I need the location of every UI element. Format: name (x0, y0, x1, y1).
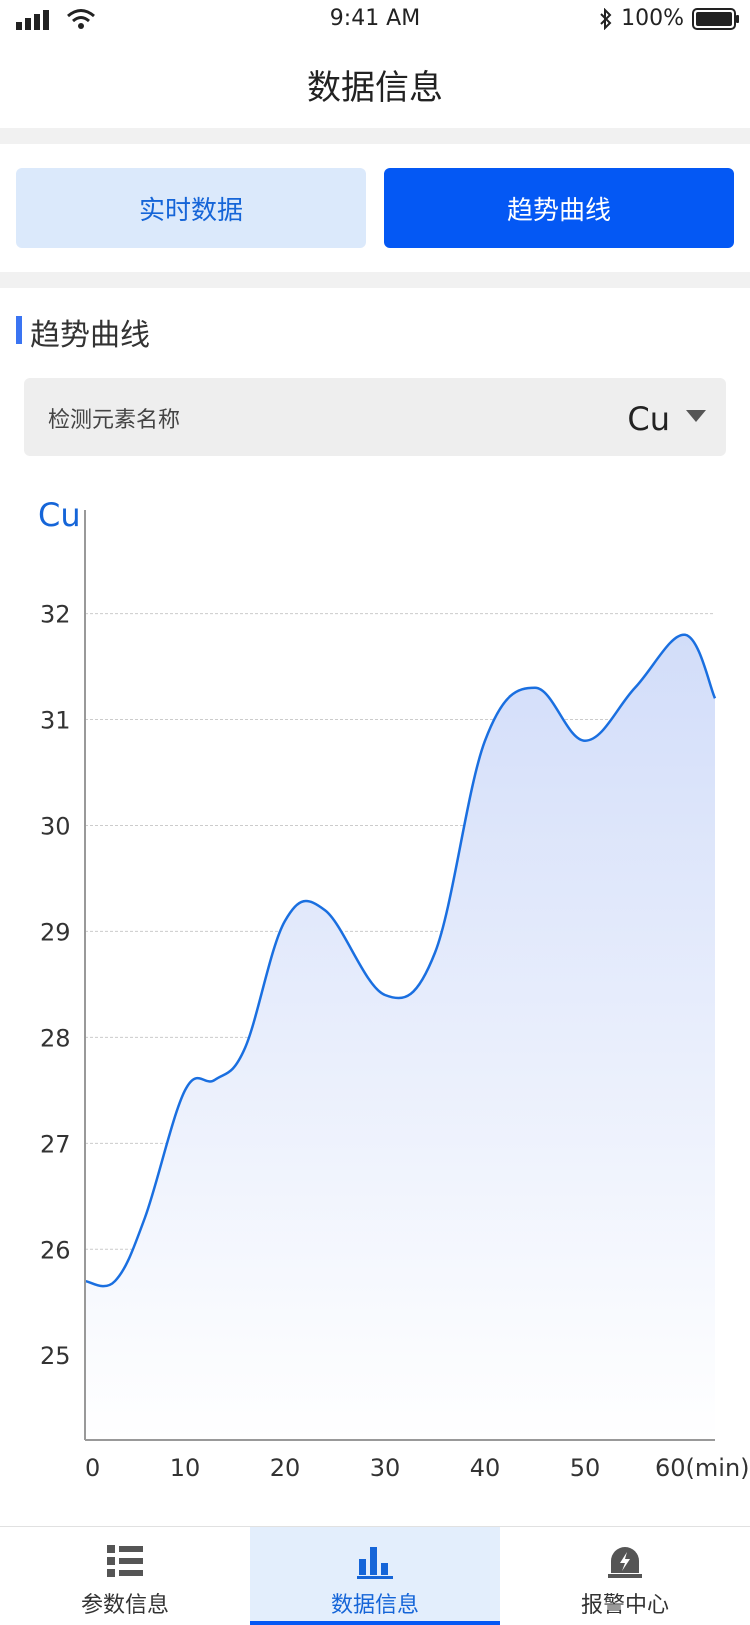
tab-parameter-info[interactable]: 参数信息 (0, 1527, 250, 1625)
selector-value: Cu (627, 400, 670, 438)
tab-label: 数据信息 (330, 1593, 419, 1618)
x-tick-label: 20 (270, 1454, 301, 1480)
tab-data-info[interactable]: 数据信息 (250, 1527, 500, 1625)
area-fill (85, 634, 715, 1440)
status-right: 100% (599, 6, 740, 31)
divider (0, 272, 750, 288)
tab-trend-curve[interactable]: 趋势曲线 (384, 168, 734, 248)
y-tick-label: 28 (40, 1024, 71, 1052)
y-tick-label: 29 (40, 918, 71, 946)
y-tick-label: 32 (40, 601, 71, 629)
battery-icon (692, 7, 739, 30)
page-title: 数据信息 (307, 68, 443, 108)
x-tick-label: 40 (470, 1454, 501, 1480)
chart-title: Cu (38, 496, 81, 534)
tab-alarm-center[interactable]: 报警中心 (500, 1527, 750, 1625)
x-tick-label: 60(min) (655, 1454, 750, 1480)
bottom-tab-bar: 参数信息 数据信息 报警中心 (0, 1526, 750, 1625)
alarm-icon (608, 1547, 642, 1578)
x-tick-label: 0 (85, 1454, 100, 1480)
status-bar: 9:41 AM 100% (0, 0, 750, 44)
x-tick-label: 50 (570, 1454, 601, 1480)
element-selector[interactable]: 检测元素名称 Cu (24, 378, 726, 456)
caret-down-icon (686, 410, 706, 422)
y-tick-label: 25 (40, 1342, 71, 1370)
tab-label: 参数信息 (80, 1593, 169, 1618)
y-tick-label: 26 (40, 1236, 71, 1264)
section-title: 趋势曲线 (30, 318, 150, 353)
divider (0, 128, 750, 144)
tab-realtime-data[interactable]: 实时数据 (16, 168, 366, 248)
y-tick-label: 27 (40, 1130, 71, 1158)
x-tick-label: 30 (370, 1454, 401, 1480)
y-tick-label: 30 (40, 812, 71, 840)
y-tick-label: 31 (40, 707, 71, 735)
list-icon (107, 1545, 143, 1577)
battery-percent: 100% (621, 6, 684, 31)
active-tab-indicator (250, 1621, 500, 1625)
tab-label: 报警中心 (580, 1593, 669, 1618)
x-tick-label: 10 (170, 1454, 201, 1480)
trend-chart: Cu 25 26 27 28 29 30 31 32 0 10 20 30 40 50 60(min) (38, 496, 750, 1480)
selector-label: 检测元素名称 (48, 408, 181, 433)
bluetooth-icon (600, 7, 612, 30)
section-marker (16, 316, 22, 344)
bar-chart-icon (357, 1547, 393, 1579)
